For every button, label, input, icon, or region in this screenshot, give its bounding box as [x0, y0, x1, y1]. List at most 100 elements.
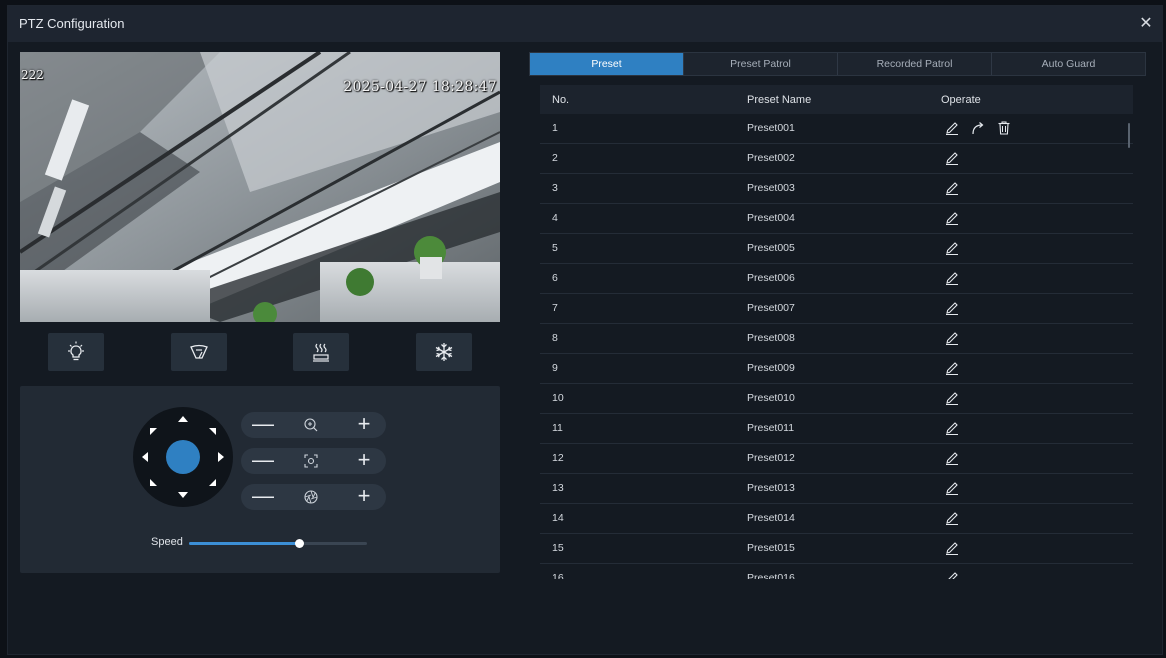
iris-close-button[interactable]: — — [243, 484, 283, 510]
defrost-button[interactable] — [416, 333, 472, 371]
row-operations — [944, 510, 960, 526]
up-arrow-button[interactable] — [178, 416, 188, 422]
lightbulb-icon — [68, 341, 84, 361]
focus-far-button[interactable]: + — [344, 448, 384, 474]
edit-icon[interactable] — [944, 360, 960, 376]
iris-control: — + — [241, 484, 386, 510]
preset-name: Preset002 — [747, 152, 795, 164]
preset-number: 12 — [552, 452, 564, 464]
close-icon[interactable]: ✕ — [1136, 14, 1156, 34]
preset-name: Preset006 — [747, 272, 795, 284]
row-operations — [944, 420, 960, 436]
preset-number: 7 — [552, 302, 558, 314]
table-row[interactable]: 9 Preset009 — [540, 354, 1133, 384]
focus-icon — [304, 454, 318, 468]
tab-preset-patrol[interactable]: Preset Patrol — [684, 53, 838, 75]
header-operate: Operate — [941, 94, 981, 106]
row-operations — [944, 120, 1012, 136]
osd-timestamp: 2025-04-27 18:28:47 — [343, 79, 497, 95]
row-operations — [944, 540, 960, 556]
tab-recorded-patrol[interactable]: Recorded Patrol — [838, 53, 992, 75]
down-left-arrow-button[interactable] — [150, 479, 157, 486]
edit-icon[interactable] — [944, 480, 960, 496]
row-operations — [944, 240, 960, 256]
iris-open-button[interactable]: + — [344, 484, 384, 510]
edit-icon[interactable] — [944, 420, 960, 436]
zoom-out-button[interactable]: — — [243, 412, 283, 438]
table-row[interactable]: 6 Preset006 — [540, 264, 1133, 294]
direction-pad — [133, 407, 233, 507]
wiper-icon — [190, 344, 208, 359]
table-row[interactable]: 14 Preset014 — [540, 504, 1133, 534]
down-right-arrow-button[interactable] — [209, 479, 216, 486]
preset-number: 6 — [552, 272, 558, 284]
table-row[interactable]: 15 Preset015 — [540, 534, 1133, 564]
edit-icon[interactable] — [944, 450, 960, 466]
edit-icon[interactable] — [944, 570, 960, 579]
table-row[interactable]: 12 Preset012 — [540, 444, 1133, 474]
call-preset-icon[interactable] — [970, 120, 986, 136]
tab-auto-guard[interactable]: Auto Guard — [992, 53, 1145, 75]
table-row[interactable]: 16 Preset016 — [540, 564, 1133, 579]
preset-name: Preset007 — [747, 302, 795, 314]
title-bar: PTZ Configuration ✕ — [8, 6, 1162, 42]
table-row[interactable]: 1 Preset001 — [540, 114, 1133, 144]
iris-icon — [304, 490, 318, 504]
edit-icon[interactable] — [944, 540, 960, 556]
preset-number: 2 — [552, 152, 558, 164]
preset-number: 15 — [552, 542, 564, 554]
table-scrollbar[interactable] — [1128, 123, 1130, 148]
speed-slider-fill — [189, 542, 300, 545]
edit-icon[interactable] — [944, 330, 960, 346]
row-operations — [944, 480, 960, 496]
edit-icon[interactable] — [944, 240, 960, 256]
zoom-in-button[interactable]: + — [344, 412, 384, 438]
wiper-button[interactable] — [171, 333, 227, 371]
edit-icon[interactable] — [944, 390, 960, 406]
tab-preset[interactable]: Preset — [530, 53, 684, 75]
up-right-arrow-button[interactable] — [209, 428, 216, 435]
table-row[interactable]: 2 Preset002 — [540, 144, 1133, 174]
left-arrow-button[interactable] — [142, 452, 148, 462]
table-row[interactable]: 5 Preset005 — [540, 234, 1133, 264]
preset-number: 8 — [552, 332, 558, 344]
row-operations — [944, 270, 960, 286]
preset-number: 3 — [552, 182, 558, 194]
heater-button[interactable] — [293, 333, 349, 371]
table-row[interactable]: 10 Preset010 — [540, 384, 1133, 414]
delete-icon[interactable] — [996, 120, 1012, 136]
up-left-arrow-button[interactable] — [150, 428, 157, 435]
header-no: No. — [552, 94, 570, 106]
table-row[interactable]: 3 Preset003 — [540, 174, 1133, 204]
edit-icon[interactable] — [944, 270, 960, 286]
preset-name: Preset015 — [747, 542, 795, 554]
light-button[interactable] — [48, 333, 104, 371]
table-row[interactable]: 4 Preset004 — [540, 204, 1133, 234]
row-operations — [944, 330, 960, 346]
preset-number: 4 — [552, 212, 558, 224]
osd-channel-id: 222 — [21, 68, 44, 82]
ptz-control-panel: — + — + — + Speed — [20, 386, 500, 573]
ptz-center-button[interactable] — [166, 440, 200, 474]
zoom-control: — + — [241, 412, 386, 438]
table-row[interactable]: 13 Preset013 — [540, 474, 1133, 504]
table-row[interactable]: 11 Preset011 — [540, 414, 1133, 444]
edit-icon[interactable] — [944, 120, 960, 136]
down-arrow-button[interactable] — [178, 492, 188, 498]
edit-icon[interactable] — [944, 300, 960, 316]
row-operations — [944, 150, 960, 166]
right-arrow-button[interactable] — [218, 452, 224, 462]
speed-slider-handle[interactable] — [295, 539, 305, 548]
preset-number: 14 — [552, 512, 564, 524]
edit-icon[interactable] — [944, 510, 960, 526]
edit-icon[interactable] — [944, 150, 960, 166]
edit-icon[interactable] — [944, 210, 960, 226]
edit-icon[interactable] — [944, 180, 960, 196]
preset-name: Preset013 — [747, 482, 795, 494]
speed-slider[interactable] — [189, 539, 367, 548]
table-row[interactable]: 7 Preset007 — [540, 294, 1133, 324]
focus-near-button[interactable]: — — [243, 448, 283, 474]
preset-number: 1 — [552, 122, 558, 134]
table-row[interactable]: 8 Preset008 — [540, 324, 1133, 354]
live-video-view: 222 2025-04-27 18:28:47 — [20, 52, 500, 322]
